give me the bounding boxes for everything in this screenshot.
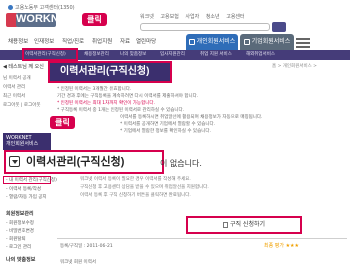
search-button[interactable] bbox=[272, 22, 286, 32]
info-line: 구직신청 후 고용센터 상담을 받을 수 있으며 취업알선을 지원합니다. bbox=[80, 185, 209, 190]
utility-links: 워크넷 고용보험 사업자 청소년 고용센터 bbox=[140, 13, 250, 20]
divider bbox=[57, 238, 347, 239]
sidebar-item[interactable]: - 회원탈퇴 bbox=[6, 236, 26, 242]
sidebar-title: WORKNET 개인회원서비스 bbox=[3, 133, 51, 150]
rating-stars: 최종 평가 ★★★ bbox=[264, 243, 300, 249]
nav-item[interactable]: 인재정보 bbox=[34, 35, 54, 49]
logo-text: WORKNET bbox=[16, 13, 73, 25]
nav-item[interactable]: 직업/진로 bbox=[62, 35, 84, 49]
sidebar-item[interactable]: - 열람/자동 가입 공지 bbox=[6, 194, 47, 200]
ministry-logo-icon bbox=[8, 5, 13, 10]
subnav-item[interactable]: 입사지원관리 bbox=[160, 51, 185, 57]
subnav-item[interactable]: 나의 맞춤정보 bbox=[120, 51, 146, 57]
ministry-label: 고용노동부 고객센터(1350) bbox=[8, 4, 75, 11]
search-input[interactable] bbox=[140, 23, 270, 31]
apply-job-button[interactable]: 구직 신청하기 bbox=[186, 216, 302, 234]
sidebar-item[interactable]: - 비밀번호변경 bbox=[6, 228, 34, 234]
login-row[interactable]: 최근 이력서 bbox=[3, 93, 25, 99]
emphasis-label-1[interactable]: 이력서관리(구직신청) bbox=[48, 61, 172, 83]
notice-line: * 이력서를 공개하면 기업에서 열람할 수 있습니다. bbox=[120, 122, 216, 127]
sidebar-item[interactable]: - 이력서 등록/작성 bbox=[6, 186, 41, 192]
document-icon bbox=[222, 221, 228, 228]
notice-line: * 구직등록 이력서 중 1개는 인정된 이력서로 관리하실 수 있습니다. bbox=[57, 108, 185, 113]
resume-row-date: 등록/구직일 : 2011-06-21 bbox=[60, 244, 113, 249]
util-link[interactable]: 사업자 bbox=[185, 14, 199, 20]
resume-row-title[interactable]: 워크넷 회원 이력서 bbox=[60, 259, 96, 265]
info-line: 워크넷 이력서 등록이 필요한 경우 이력서를 작성해 주세요. bbox=[80, 177, 191, 182]
nav-item[interactable]: 열린마당 bbox=[136, 35, 156, 49]
util-link[interactable]: 고용센터 bbox=[226, 14, 244, 20]
sidebar-group-title: 회원정보관리 bbox=[6, 211, 34, 217]
sidebar-item[interactable]: - 로그인 관리 bbox=[6, 244, 31, 250]
click-callout-2: 클릭 bbox=[50, 116, 75, 129]
nav-item[interactable]: 채용정보 bbox=[8, 35, 28, 49]
notice-line: 기간 경과 후에는 구직등록을 계속하려면 다시 이력서를 제출하셔야 합니다. bbox=[57, 94, 199, 99]
empty-message: 이 없습니다. bbox=[160, 159, 202, 168]
sidebar-group-title: 나의 맞춤정보 bbox=[6, 257, 36, 263]
tab-corp-service[interactable]: 기업회원서비스 bbox=[240, 34, 294, 50]
subnav-highlight bbox=[22, 48, 78, 61]
tab-person-service[interactable]: 개인회원서비스 bbox=[186, 34, 238, 50]
subnav-item[interactable]: 채용정보관리 bbox=[84, 51, 109, 57]
util-link[interactable]: 청소년 bbox=[206, 14, 220, 20]
menu-icon[interactable] bbox=[296, 36, 310, 48]
person-icon bbox=[188, 38, 195, 45]
info-line: 이력서 등록 후 구직 신청하기 버튼을 클릭하면 완료됩니다. bbox=[80, 193, 191, 198]
click-callout-1: 클릭 bbox=[82, 13, 107, 26]
notice-line: * 기업에서 열람한 정보를 확인하실 수 있습니다. bbox=[120, 129, 211, 134]
building-icon bbox=[243, 38, 250, 45]
sidebar-item-resume-manage[interactable]: - 내 이력서 관리(구직신청) bbox=[6, 177, 57, 183]
nav-item[interactable]: 자료 bbox=[120, 35, 130, 49]
login-row: 님 이력서 공개 bbox=[3, 76, 31, 81]
login-row[interactable]: 이력서 관리 bbox=[3, 84, 25, 90]
chevron-down-icon[interactable] bbox=[9, 156, 20, 167]
nav-item[interactable]: 취업지원 bbox=[92, 35, 112, 49]
login-box: 님 이력서 공개 이력서 관리 최근 이력서 로그아웃 | 로그아웃 bbox=[3, 75, 51, 127]
subnav-item[interactable]: 해외취업서비스 bbox=[246, 51, 275, 57]
util-link[interactable]: 고용보험 bbox=[160, 14, 178, 20]
sidebar-item[interactable]: - 회원정보수정 bbox=[6, 220, 34, 226]
notice-line: * 인정된 이력서는 최대 1차까지 확인이 가능합니다. bbox=[57, 101, 155, 106]
notice-line: 이력서를 등록하시면 취업알선에 활용되며 채용정보가 자동으로 매칭됩니다. bbox=[120, 115, 263, 120]
subnav-item[interactable]: 취업 지원 서비스 bbox=[200, 51, 232, 57]
sidebar-welcome: ◀ 테스트님 께 오신 bbox=[3, 64, 44, 70]
emphasis-label-2[interactable]: 이력서관리(구직신청) bbox=[4, 150, 164, 174]
breadcrumb: 홈 > 개인회원서비스 > bbox=[272, 64, 317, 69]
util-link[interactable]: 워크넷 bbox=[140, 14, 154, 20]
notice-line: * 인정된 이력서는 3개월간 유효합니다. bbox=[57, 87, 132, 92]
logout-link[interactable]: 로그아웃 | 로그아웃 bbox=[3, 102, 41, 108]
